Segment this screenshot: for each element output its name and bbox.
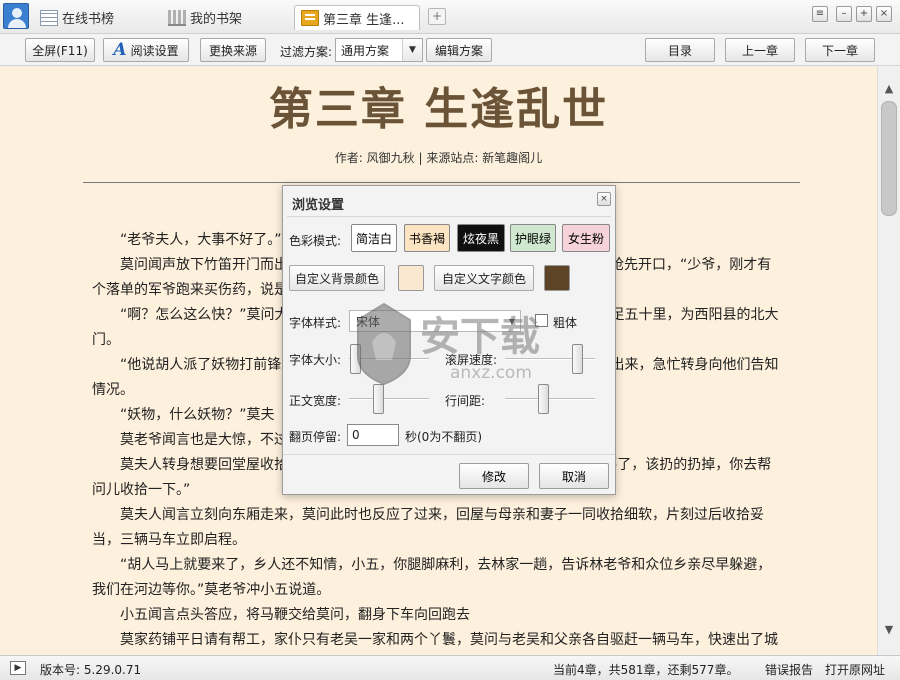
custom-bg-color-button[interactable]: 自定义背景颜色 — [289, 265, 385, 291]
text-color-swatch[interactable] — [544, 265, 570, 291]
line-spacing-slider[interactable] — [505, 384, 595, 414]
scroll-speed-label: 滚屏速度: — [445, 353, 498, 367]
slider-knob[interactable] — [538, 384, 549, 414]
chapter-meta: 作者: 风御九秋 | 来源站点: 新笔趣阁儿 — [334, 151, 543, 165]
sidebar-toggle-icon[interactable]: ▶ — [10, 661, 26, 675]
scroll-up-icon[interactable]: ▲ — [881, 81, 897, 97]
tab-current-chapter[interactable]: 第三章 生逢... — [294, 5, 420, 30]
font-select-value: 宋体 — [356, 314, 381, 329]
filter-value: 通用方案 — [341, 43, 390, 58]
font-style-label: 字体样式: — [289, 316, 342, 330]
reading-settings-button[interactable]: A 阅读设置 — [103, 38, 189, 62]
toc-button[interactable]: 目录 — [645, 38, 715, 62]
page-turn-label: 翻页停留: — [289, 430, 342, 444]
version-text: 版本号: 5.29.0.71 — [40, 663, 142, 677]
progress-text: 当前4章，共581章，还剩577章。 — [553, 663, 739, 677]
dialog-title: 浏览设置 — [292, 198, 345, 213]
font-size-label: 字体大小: — [289, 353, 342, 367]
chapter-title: 第三章 生逢乱世 — [268, 84, 609, 135]
font-select[interactable]: 宋体 ▼ — [349, 310, 521, 332]
slider-track — [349, 398, 429, 400]
page-turn-input[interactable]: 0 — [347, 424, 399, 446]
text-width-label: 正文宽度: — [289, 394, 342, 408]
slider-track — [349, 358, 429, 360]
bold-checkbox[interactable] — [535, 314, 548, 327]
add-tab-button[interactable]: + — [428, 8, 446, 25]
scroll-speed-slider[interactable] — [505, 344, 595, 374]
change-source-button[interactable]: 更换来源 — [200, 38, 266, 62]
tab-bookshelf[interactable]: 我的书架 — [162, 5, 288, 30]
filter-select[interactable]: 通用方案 ▼ — [335, 38, 423, 62]
tab-bar: 在线书榜 我的书架 第三章 生逢... + ≡ – + × — [0, 0, 900, 34]
browse-settings-dialog: 浏览设置 × 色彩模式: 简洁白 书香褐 炫夜黑 护眼绿 女生粉 自定义背景颜色… — [282, 185, 616, 495]
book-icon — [301, 10, 319, 26]
title-divider — [83, 182, 800, 183]
scroll-down-icon[interactable]: ▼ — [881, 622, 897, 638]
reading-settings-label: 阅读设置 — [130, 43, 179, 58]
close-icon[interactable]: × — [876, 6, 892, 22]
font-size-slider[interactable] — [349, 344, 429, 374]
window-menu-icon[interactable]: ≡ — [812, 6, 828, 22]
dialog-divider — [287, 216, 611, 217]
font-a-icon: A — [113, 40, 127, 60]
mode-girl-pink-button[interactable]: 女生粉 — [562, 224, 610, 252]
line-spacing-label: 行间距: — [445, 394, 486, 408]
text-width-slider[interactable] — [349, 384, 429, 414]
page-turn-unit: 秒(0为不翻页) — [405, 430, 482, 444]
vertical-scrollbar[interactable]: ▲ ▼ — [877, 67, 900, 655]
open-url-link[interactable]: 打开原网址 — [825, 661, 885, 678]
error-report-link[interactable]: 错误报告 — [765, 661, 813, 678]
tab-shelf-label: 我的书架 — [190, 12, 243, 27]
dialog-footer-divider — [283, 454, 615, 455]
scroll-thumb[interactable] — [881, 101, 897, 216]
ok-button[interactable]: 修改 — [459, 463, 529, 489]
bg-color-swatch[interactable] — [398, 265, 424, 291]
minimize-icon[interactable]: – — [836, 6, 852, 22]
chevron-down-icon: ▼ — [402, 39, 422, 61]
prev-chapter-button[interactable]: 上一章 — [725, 38, 795, 62]
chevron-down-icon: ▼ — [508, 316, 516, 326]
next-chapter-button[interactable]: 下一章 — [805, 38, 875, 62]
mode-book-brown-button[interactable]: 书香褐 — [404, 224, 450, 252]
color-mode-label: 色彩模式: — [289, 234, 342, 248]
tab-online-label: 在线书榜 — [62, 12, 115, 27]
maximize-icon[interactable]: + — [856, 6, 872, 22]
tab-online-ranking[interactable]: 在线书榜 — [34, 5, 158, 30]
bold-label: 粗体 — [553, 316, 578, 330]
toolbar: 全屏(F11) A 阅读设置 更换来源 过滤方案: 通用方案 ▼ 编辑方案 目录… — [0, 34, 900, 66]
filter-label: 过滤方案: — [280, 45, 333, 59]
dialog-close-icon[interactable]: × — [597, 192, 611, 206]
edit-scheme-button[interactable]: 编辑方案 — [426, 38, 492, 62]
paragraph: 小五闻言点头答应，将马鞭交给莫问，翻身下车向回跑去 — [120, 607, 470, 623]
bookshelf-icon — [168, 9, 186, 26]
slider-knob[interactable] — [373, 384, 384, 414]
user-avatar[interactable] — [3, 3, 29, 29]
fullscreen-button[interactable]: 全屏(F11) — [25, 38, 95, 62]
slider-track — [505, 398, 595, 400]
status-bar: ▶ 版本号: 5.29.0.71 当前4章，共581章，还剩577章。 错误报告… — [0, 655, 900, 680]
cancel-button[interactable]: 取消 — [539, 463, 609, 489]
slider-knob[interactable] — [572, 344, 583, 374]
paragraph: 莫夫人闻言立刻向东厢走来，莫问此时也反应了过来，回屋与母亲和妻子一同收拾细软，片… — [92, 507, 764, 548]
mode-simple-white-button[interactable]: 简洁白 — [351, 224, 397, 252]
slider-knob[interactable] — [350, 344, 361, 374]
paragraph: “胡人马上就要来了，乡人还不知情，小五，你腿脚麻利，去林家一趟，告诉林老爷和众位… — [92, 557, 772, 598]
custom-text-color-button[interactable]: 自定义文字颜色 — [434, 265, 534, 291]
mode-eye-green-button[interactable]: 护眼绿 — [510, 224, 556, 252]
tab-active-label: 第三章 生逢... — [323, 12, 405, 28]
ranking-icon — [40, 9, 58, 26]
mode-night-black-button[interactable]: 炫夜黑 — [457, 224, 505, 252]
paragraph: 莫家药铺平日请有帮工，家仆只有老吴一家和两个丫鬟，莫问与老吴和父亲各自驱赶一辆马… — [120, 632, 778, 648]
